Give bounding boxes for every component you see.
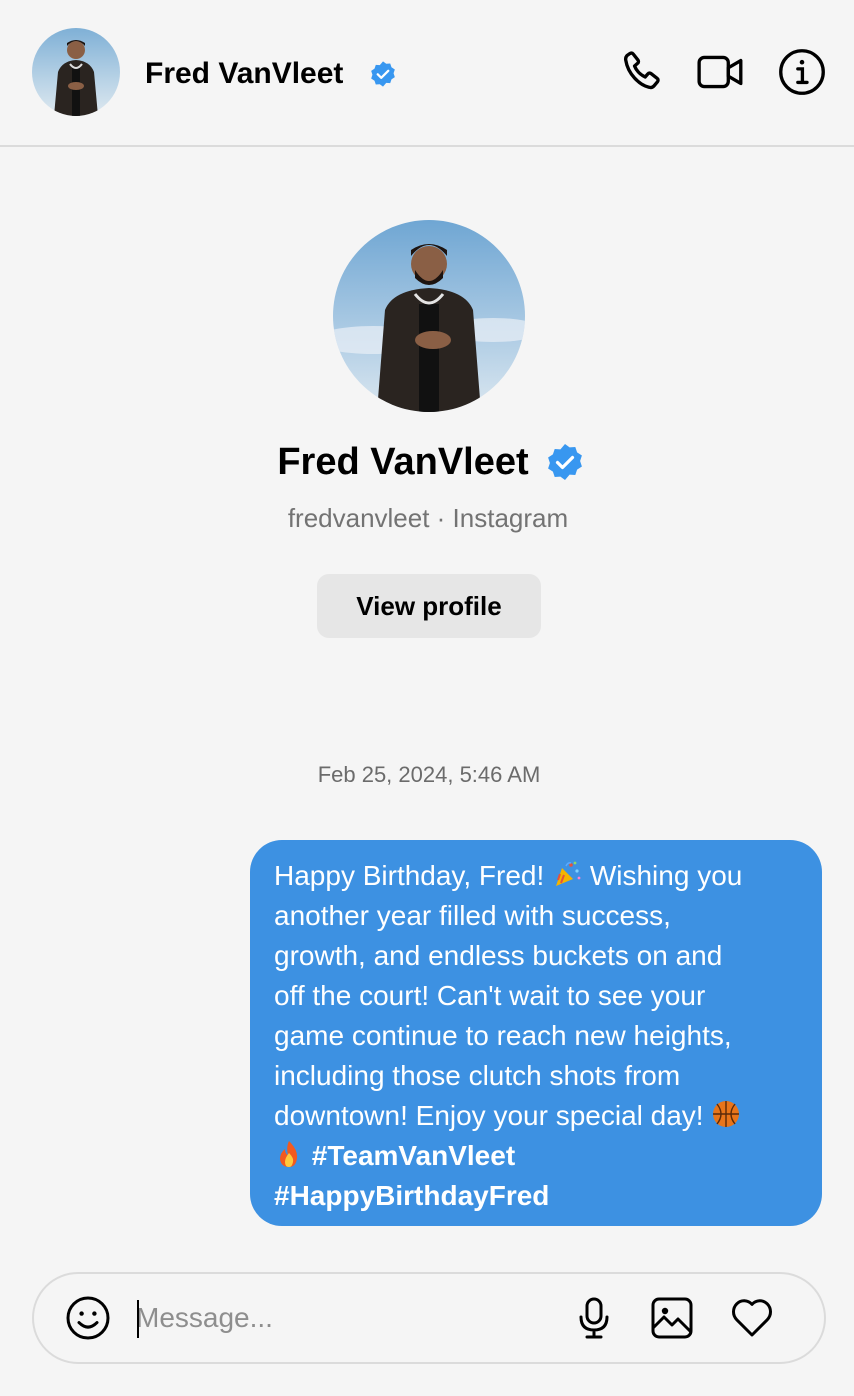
avatar[interactable]	[32, 28, 120, 116]
info-icon[interactable]	[777, 47, 827, 97]
message-input[interactable]	[136, 1292, 556, 1344]
image-icon[interactable]	[648, 1294, 696, 1342]
header-name[interactable]: Fred VanVleet	[145, 54, 343, 94]
avatar-photo	[32, 28, 120, 116]
profile-photo	[333, 220, 525, 412]
profile-name: Fred VanVleet	[277, 441, 529, 483]
message-timestamp: Feb 25, 2024, 5:46 AM	[317, 762, 541, 787]
message-line: downtown! Enjoy your special day!	[274, 1096, 798, 1136]
video-camera-icon[interactable]	[696, 47, 746, 97]
text-caret	[137, 1300, 139, 1338]
message-line: game continue to reach new heights,	[274, 1020, 732, 1051]
smiley-icon[interactable]	[64, 1294, 112, 1342]
chat-header: Fred VanVleet	[0, 0, 854, 147]
fire-icon	[274, 1139, 304, 1169]
party-popper-icon	[552, 859, 582, 889]
message-line: Happy Birthday, Fred! Wishing you	[274, 859, 743, 891]
basketball-icon	[711, 1099, 741, 1129]
verified-badge-icon	[545, 442, 585, 482]
phone-icon[interactable]	[616, 47, 666, 97]
message-bubble[interactable]: Happy Birthday, Fred! Wishing you anothe…	[250, 840, 822, 1226]
heart-icon[interactable]	[728, 1294, 776, 1342]
view-profile-button[interactable]: View profile	[317, 574, 541, 638]
hashtag[interactable]: #HappyBirthdayFred	[274, 1176, 798, 1216]
message-line: #TeamVanVleet	[274, 1136, 798, 1176]
hashtag[interactable]: #TeamVanVleet	[312, 1140, 515, 1171]
message-composer	[32, 1272, 826, 1364]
profile-subtitle: fredvanvleet · Instagram	[287, 503, 569, 533]
message-line: growth, and endless buckets on and	[274, 940, 723, 971]
message-line: another year filled with success,	[274, 900, 671, 931]
profile-avatar[interactable]	[333, 220, 525, 412]
message-line: including those clutch shots from	[274, 1060, 681, 1091]
microphone-icon[interactable]	[570, 1294, 618, 1342]
message-line: off the court! Can't wait to see your	[274, 980, 706, 1011]
verified-badge-icon	[369, 60, 397, 88]
